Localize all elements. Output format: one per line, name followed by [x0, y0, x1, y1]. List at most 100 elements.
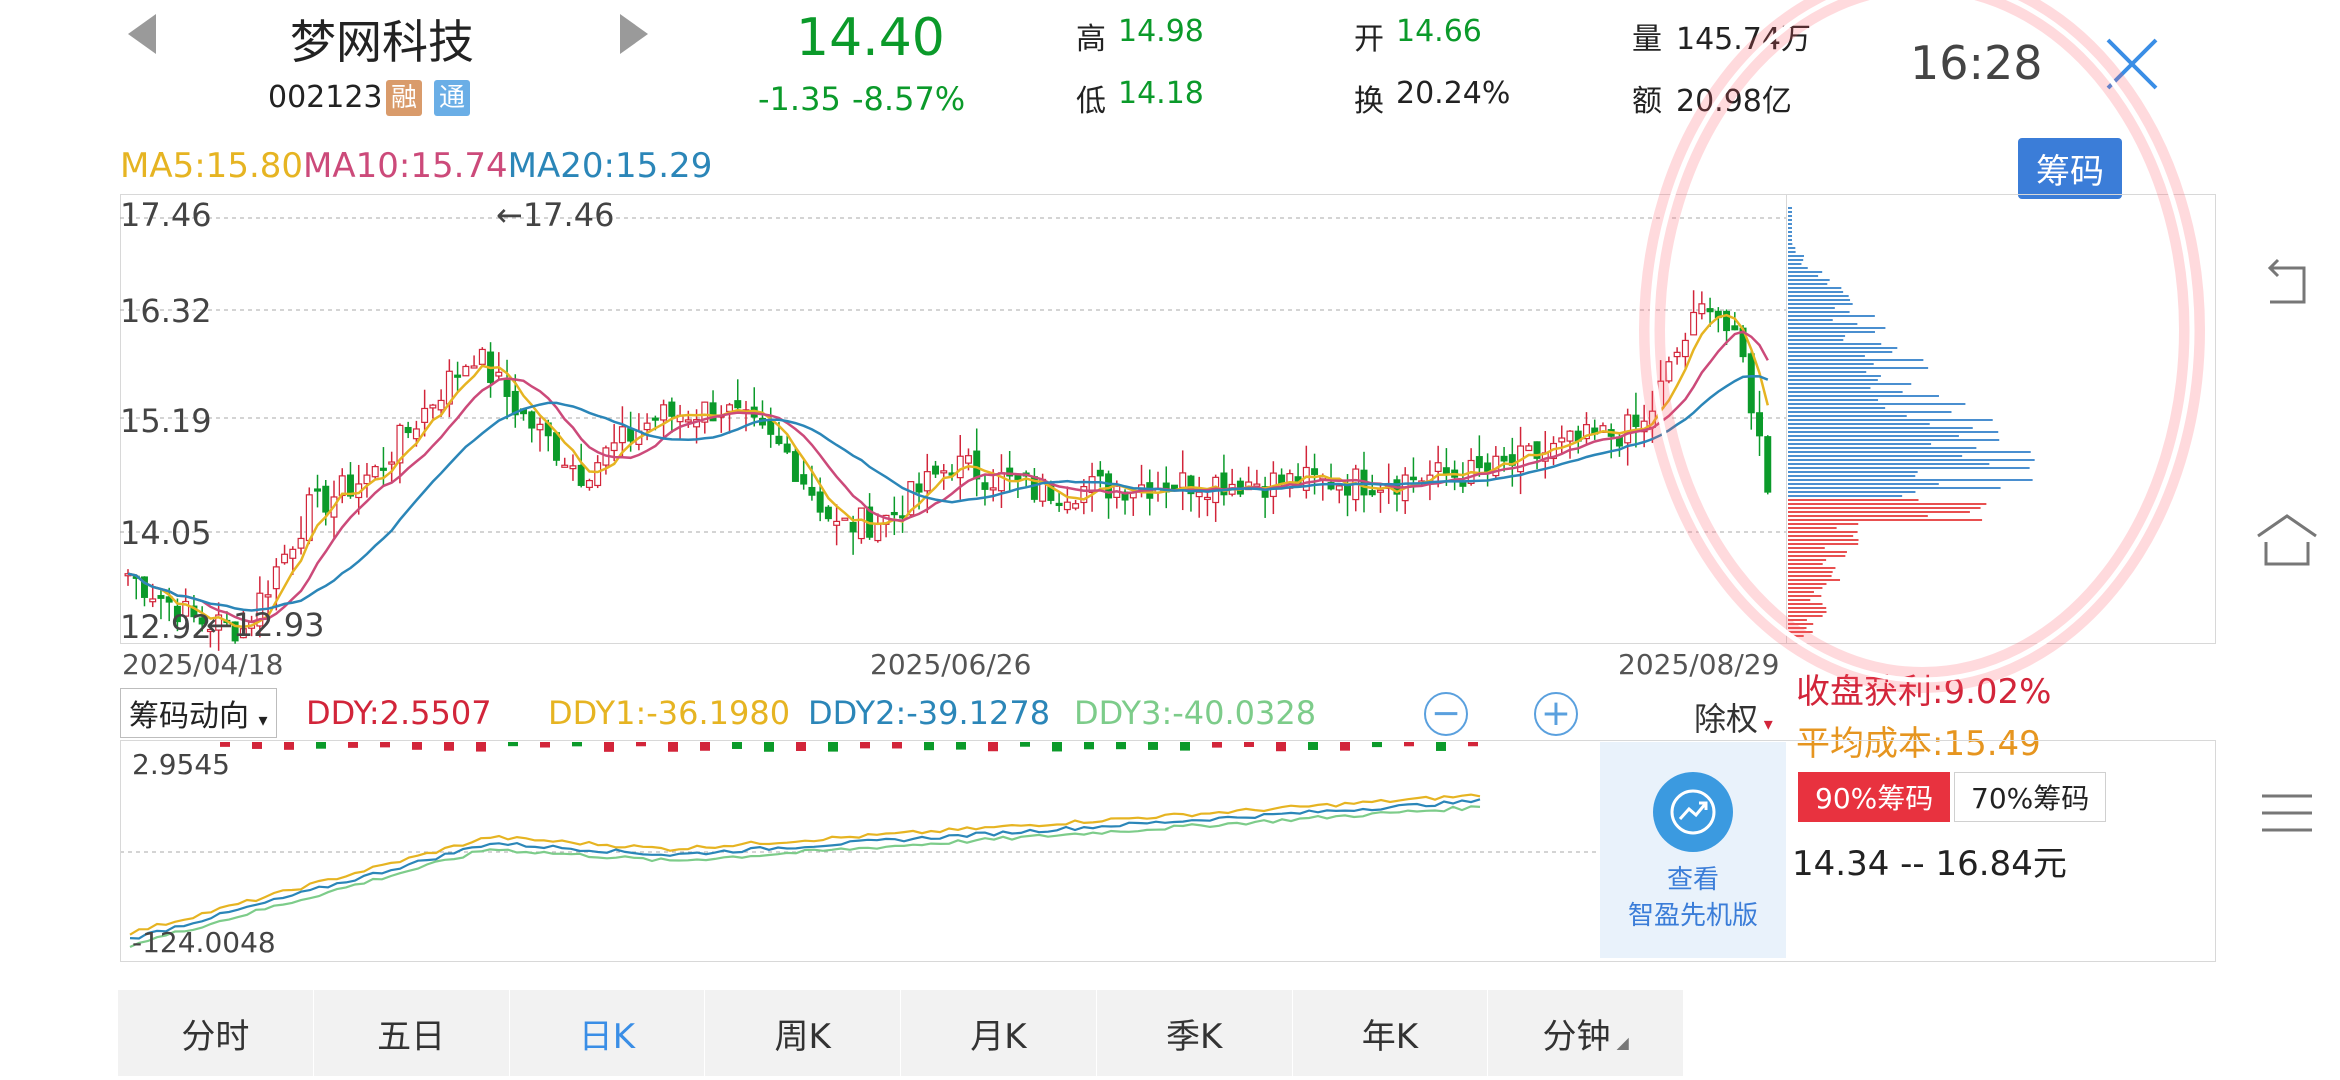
candle-body — [643, 422, 651, 431]
tab-minute[interactable]: 分钟 ◢ — [1488, 990, 1684, 1076]
indicator-select[interactable]: 筹码动向 ▾ — [120, 688, 277, 738]
candle-body — [923, 471, 931, 492]
candle-body — [569, 465, 577, 470]
candle-body — [989, 487, 997, 491]
candle-body — [462, 365, 470, 377]
candle-body — [363, 474, 371, 485]
plus-icon: + — [1540, 693, 1572, 734]
candle-body — [149, 598, 157, 603]
candle-body — [421, 407, 429, 423]
candle-body — [552, 432, 560, 461]
candle-body — [528, 411, 536, 429]
candle-body — [824, 506, 832, 520]
date-label-start: 2025/04/18 — [122, 648, 284, 681]
ddy2-value: DDY2:-39.1278 — [808, 694, 1051, 732]
price-axis-label: 16.32 — [120, 292, 212, 330]
candle-body — [379, 467, 387, 471]
candle-body — [412, 428, 420, 440]
candle-body — [503, 378, 511, 397]
menu-button[interactable] — [2252, 778, 2322, 848]
candle-body — [1566, 430, 1574, 442]
tab-yearly-k[interactable]: 年K — [1293, 990, 1489, 1076]
home-icon — [2257, 514, 2317, 566]
candle-body — [1096, 469, 1104, 477]
candle-body — [297, 537, 305, 549]
candle-body — [808, 486, 816, 496]
candle-body — [783, 443, 791, 453]
tab-weekly-k[interactable]: 周K — [705, 990, 901, 1076]
ddy3-value: DDY3:-40.0328 — [1074, 694, 1317, 732]
candle-body — [610, 442, 618, 452]
candle-body — [660, 404, 668, 421]
candle-body — [1203, 496, 1211, 501]
tab-quarterly-k[interactable]: 季K — [1097, 990, 1293, 1076]
candle-body — [289, 548, 297, 559]
candle-body — [1179, 472, 1187, 489]
candle-body — [577, 464, 585, 486]
trend-icon — [1653, 772, 1733, 852]
zoom-in-button[interactable]: + — [1534, 692, 1578, 736]
candle-body — [956, 455, 964, 479]
highlight-circle — [1639, 0, 2205, 693]
candle-body — [767, 420, 775, 435]
candle-body — [684, 419, 692, 423]
price-axis-label: 14.05 — [120, 514, 212, 552]
zoom-out-button[interactable]: − — [1424, 692, 1468, 736]
candle-body — [668, 401, 676, 417]
indicator-axis-top: 2.9545 — [132, 748, 230, 781]
candle-body — [157, 595, 165, 599]
candle-body — [1195, 491, 1203, 498]
candle-body — [1335, 485, 1343, 491]
promo-line2: 智盈先机版 — [1627, 901, 1758, 931]
tab-daily-k[interactable]: 日K — [510, 990, 706, 1076]
candle-body — [734, 400, 742, 409]
tab-five-day[interactable]: 五日 — [314, 990, 510, 1076]
return-icon — [2267, 258, 2306, 304]
minus-icon: − — [1430, 693, 1462, 734]
candle-body — [726, 404, 734, 413]
candle-body — [833, 520, 841, 526]
price-axis-label: 12.92 — [120, 608, 212, 646]
candle-body — [264, 594, 272, 598]
candle-body — [1558, 437, 1566, 443]
candle-body — [932, 465, 940, 475]
candle-body — [404, 426, 412, 434]
date-label-mid: 2025/06/26 — [870, 648, 1032, 681]
period-tabs: 分时 五日 日K 周K 月K 季K 年K 分钟 ◢ — [118, 990, 1684, 1076]
tab-minute-label: 分钟 — [1542, 1016, 1611, 1057]
home-button[interactable] — [2252, 506, 2322, 576]
candle-body — [1376, 489, 1384, 493]
candle-body — [281, 553, 289, 564]
candle-body — [470, 365, 478, 369]
candle-body — [454, 374, 462, 378]
tab-monthly-k[interactable]: 月K — [901, 990, 1097, 1076]
ddy1-value: DDY1:-36.1980 — [548, 694, 791, 732]
candle-body — [915, 483, 923, 493]
candle-body — [429, 404, 437, 409]
indicator-select-label: 筹码动向 — [129, 699, 249, 734]
candle-body — [338, 475, 346, 497]
candle-body — [1368, 490, 1376, 496]
candle-body — [874, 523, 882, 542]
indicator-axis-bottom: -124.0048 — [132, 926, 276, 959]
candle-body — [1500, 455, 1508, 462]
min-price-annotation: ←12.93 — [206, 606, 325, 644]
candle-body — [791, 451, 799, 482]
candle-body — [1278, 474, 1286, 484]
candle-body — [890, 511, 898, 516]
candle-body — [1409, 476, 1417, 481]
candle-body — [981, 482, 989, 490]
tab-intraday[interactable]: 分时 — [118, 990, 314, 1076]
candle-body — [1434, 462, 1442, 473]
candle-body — [973, 450, 981, 480]
candle-body — [536, 423, 544, 431]
return-button[interactable] — [2252, 250, 2322, 320]
candle-body — [1253, 483, 1261, 487]
candle-body — [627, 428, 635, 442]
candle-body — [1475, 456, 1483, 469]
price-axis-label: 17.46 — [120, 196, 212, 234]
candle-body — [1055, 502, 1063, 507]
promo-line1: 查看 — [1666, 865, 1719, 895]
candle-body — [561, 464, 569, 468]
candle-body — [816, 491, 824, 513]
